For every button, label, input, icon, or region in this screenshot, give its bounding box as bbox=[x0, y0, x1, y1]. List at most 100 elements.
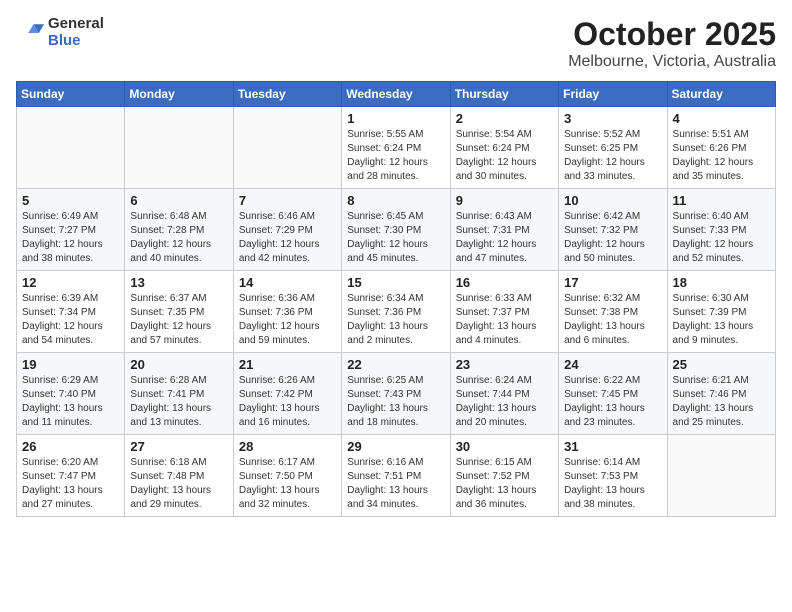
cell-day-number: 8 bbox=[347, 193, 444, 208]
calendar-cell: 3Sunrise: 5:52 AM Sunset: 6:25 PM Daylig… bbox=[559, 107, 667, 189]
calendar-header-row: SundayMondayTuesdayWednesdayThursdayFrid… bbox=[17, 82, 776, 107]
cell-day-info: Sunrise: 5:52 AM Sunset: 6:25 PM Dayligh… bbox=[564, 128, 661, 184]
cell-day-info: Sunrise: 6:24 AM Sunset: 7:44 PM Dayligh… bbox=[456, 374, 553, 430]
calendar-cell: 11Sunrise: 6:40 AM Sunset: 7:33 PM Dayli… bbox=[667, 189, 775, 271]
calendar-cell: 6 Sunrise: 6:48 AM Sunset: 7:28 PM Daylig… bbox=[125, 189, 233, 271]
calendar-week-row: 19Sunrise: 6:29 AM Sunset: 7:40 PM Dayli… bbox=[17, 353, 776, 435]
calendar-cell bbox=[17, 107, 125, 189]
cell-day-info: Sunrise: 6:32 AM Sunset: 7:38 PM Dayligh… bbox=[564, 292, 661, 348]
calendar-table: SundayMondayTuesdayWednesdayThursdayFrid… bbox=[16, 81, 776, 517]
cell-day-info: Sunrise: 6:37 AM Sunset: 7:35 PM Dayligh… bbox=[130, 292, 227, 348]
cell-day-info: Sunrise: 6:43 AM Sunset: 7:31 PM Dayligh… bbox=[456, 210, 553, 266]
cell-day-number: 4 bbox=[673, 111, 770, 126]
calendar-cell: 8 Sunrise: 6:45 AM Sunset: 7:30 PM Daylig… bbox=[342, 189, 450, 271]
calendar-cell: 29Sunrise: 6:16 AM Sunset: 7:51 PM Dayli… bbox=[342, 435, 450, 517]
calendar-cell: 17 Sunrise: 6:32 AM Sunset: 7:38 PM Dayli… bbox=[559, 271, 667, 353]
calendar-cell: 16 Sunrise: 6:33 AM Sunset: 7:37 PM Dayli… bbox=[450, 271, 558, 353]
calendar-cell: 15 Sunrise: 6:34 AM Sunset: 7:36 PM Dayli… bbox=[342, 271, 450, 353]
cell-day-number: 17 bbox=[564, 275, 661, 290]
cell-day-info: Sunrise: 6:46 AM Sunset: 7:29 PM Dayligh… bbox=[239, 210, 336, 266]
logo-blue: Blue bbox=[48, 33, 104, 50]
calendar-cell: 21 Sunrise: 6:26 AM Sunset: 7:42 PM Dayli… bbox=[233, 353, 341, 435]
calendar-cell: 9 Sunrise: 6:43 AM Sunset: 7:31 PM Daylig… bbox=[450, 189, 558, 271]
calendar-cell: 13 Sunrise: 6:37 AM Sunset: 7:35 PM Dayli… bbox=[125, 271, 233, 353]
cell-day-info: Sunrise: 6:34 AM Sunset: 7:36 PM Dayligh… bbox=[347, 292, 444, 348]
cell-day-number: 13 bbox=[130, 275, 227, 290]
cell-day-info: Sunrise: 6:33 AM Sunset: 7:37 PM Dayligh… bbox=[456, 292, 553, 348]
cell-day-info: Sunrise: 6:14 AM Sunset: 7:53 PM Dayligh… bbox=[564, 456, 661, 512]
cell-day-info: Sunrise: 6:42 AM Sunset: 7:32 PM Dayligh… bbox=[564, 210, 661, 266]
weekday-header: Monday bbox=[125, 82, 233, 107]
cell-day-info: Sunrise: 6:39 AM Sunset: 7:34 PM Dayligh… bbox=[22, 292, 119, 348]
calendar-cell bbox=[667, 435, 775, 517]
calendar-cell: 27 Sunrise: 6:18 AM Sunset: 7:48 PM Dayli… bbox=[125, 435, 233, 517]
calendar-cell bbox=[233, 107, 341, 189]
calendar-cell: 31 Sunrise: 6:14 AM Sunset: 7:53 PM Dayli… bbox=[559, 435, 667, 517]
logo-text: General Blue bbox=[48, 16, 104, 49]
cell-day-number: 7 bbox=[239, 193, 336, 208]
cell-day-number: 22 bbox=[347, 357, 444, 372]
calendar-cell bbox=[125, 107, 233, 189]
cell-day-number: 31 bbox=[564, 439, 661, 454]
weekday-header: Tuesday bbox=[233, 82, 341, 107]
cell-day-info: Sunrise: 6:26 AM Sunset: 7:42 PM Dayligh… bbox=[239, 374, 336, 430]
calendar-cell: 26Sunrise: 6:20 AM Sunset: 7:47 PM Dayli… bbox=[17, 435, 125, 517]
cell-day-info: Sunrise: 6:45 AM Sunset: 7:30 PM Dayligh… bbox=[347, 210, 444, 266]
cell-day-info: Sunrise: 6:48 AM Sunset: 7:28 PM Dayligh… bbox=[130, 210, 227, 266]
cell-day-number: 28 bbox=[239, 439, 336, 454]
cell-day-number: 21 bbox=[239, 357, 336, 372]
cell-day-number: 24 bbox=[564, 357, 661, 372]
calendar-cell: 19Sunrise: 6:29 AM Sunset: 7:40 PM Dayli… bbox=[17, 353, 125, 435]
cell-day-info: Sunrise: 5:55 AM Sunset: 6:24 PM Dayligh… bbox=[347, 128, 444, 184]
cell-day-info: Sunrise: 5:51 AM Sunset: 6:26 PM Dayligh… bbox=[673, 128, 770, 184]
calendar-week-row: 5Sunrise: 6:49 AM Sunset: 7:27 PM Daylig… bbox=[17, 189, 776, 271]
calendar-cell: 14Sunrise: 6:36 AM Sunset: 7:36 PM Dayli… bbox=[233, 271, 341, 353]
calendar-cell: 22 Sunrise: 6:25 AM Sunset: 7:43 PM Dayli… bbox=[342, 353, 450, 435]
cell-day-number: 9 bbox=[456, 193, 553, 208]
cell-day-number: 20 bbox=[130, 357, 227, 372]
calendar-cell: 24 Sunrise: 6:22 AM Sunset: 7:45 PM Dayli… bbox=[559, 353, 667, 435]
cell-day-number: 16 bbox=[456, 275, 553, 290]
calendar-cell: 4 Sunrise: 5:51 AM Sunset: 6:26 PM Daylig… bbox=[667, 107, 775, 189]
calendar-cell: 28 Sunrise: 6:17 AM Sunset: 7:50 PM Dayli… bbox=[233, 435, 341, 517]
weekday-header: Friday bbox=[559, 82, 667, 107]
cell-day-number: 10 bbox=[564, 193, 661, 208]
cell-day-number: 11 bbox=[673, 193, 770, 208]
cell-day-number: 18 bbox=[673, 275, 770, 290]
cell-day-info: Sunrise: 6:17 AM Sunset: 7:50 PM Dayligh… bbox=[239, 456, 336, 512]
calendar-cell: 2Sunrise: 5:54 AM Sunset: 6:24 PM Daylig… bbox=[450, 107, 558, 189]
cell-day-info: Sunrise: 6:36 AM Sunset: 7:36 PM Dayligh… bbox=[239, 292, 336, 348]
title-block: October 2025 Melbourne, Victoria, Austra… bbox=[568, 16, 776, 71]
page-header: General Blue October 2025 Melbourne, Vic… bbox=[16, 16, 776, 71]
cell-day-number: 25 bbox=[673, 357, 770, 372]
cell-day-number: 27 bbox=[130, 439, 227, 454]
calendar-cell: 1Sunrise: 5:55 AM Sunset: 6:24 PM Daylig… bbox=[342, 107, 450, 189]
calendar-week-row: 12 Sunrise: 6:39 AM Sunset: 7:34 PM Dayli… bbox=[17, 271, 776, 353]
weekday-header: Saturday bbox=[667, 82, 775, 107]
logo-general: General bbox=[48, 16, 104, 33]
cell-day-info: Sunrise: 5:54 AM Sunset: 6:24 PM Dayligh… bbox=[456, 128, 553, 184]
cell-day-number: 6 bbox=[130, 193, 227, 208]
calendar-cell: 18Sunrise: 6:30 AM Sunset: 7:39 PM Dayli… bbox=[667, 271, 775, 353]
calendar-cell: 10 Sunrise: 6:42 AM Sunset: 7:32 PM Dayli… bbox=[559, 189, 667, 271]
cell-day-info: Sunrise: 6:49 AM Sunset: 7:27 PM Dayligh… bbox=[22, 210, 119, 266]
weekday-header: Sunday bbox=[17, 82, 125, 107]
weekday-header: Wednesday bbox=[342, 82, 450, 107]
calendar-cell: 12 Sunrise: 6:39 AM Sunset: 7:34 PM Dayli… bbox=[17, 271, 125, 353]
cell-day-info: Sunrise: 6:22 AM Sunset: 7:45 PM Dayligh… bbox=[564, 374, 661, 430]
cell-day-info: Sunrise: 6:18 AM Sunset: 7:48 PM Dayligh… bbox=[130, 456, 227, 512]
calendar-cell: 23 Sunrise: 6:24 AM Sunset: 7:44 PM Dayli… bbox=[450, 353, 558, 435]
month-title: October 2025 bbox=[568, 16, 776, 53]
cell-day-number: 15 bbox=[347, 275, 444, 290]
cell-day-number: 23 bbox=[456, 357, 553, 372]
logo: General Blue bbox=[16, 16, 104, 49]
cell-day-info: Sunrise: 6:25 AM Sunset: 7:43 PM Dayligh… bbox=[347, 374, 444, 430]
cell-day-info: Sunrise: 6:16 AM Sunset: 7:51 PM Dayligh… bbox=[347, 456, 444, 512]
cell-day-number: 19 bbox=[22, 357, 119, 372]
calendar-cell: 7 Sunrise: 6:46 AM Sunset: 7:29 PM Daylig… bbox=[233, 189, 341, 271]
calendar-cell: 20Sunrise: 6:28 AM Sunset: 7:41 PM Dayli… bbox=[125, 353, 233, 435]
weekday-header: Thursday bbox=[450, 82, 558, 107]
cell-day-number: 12 bbox=[22, 275, 119, 290]
calendar-cell: 25Sunrise: 6:21 AM Sunset: 7:46 PM Dayli… bbox=[667, 353, 775, 435]
cell-day-number: 26 bbox=[22, 439, 119, 454]
